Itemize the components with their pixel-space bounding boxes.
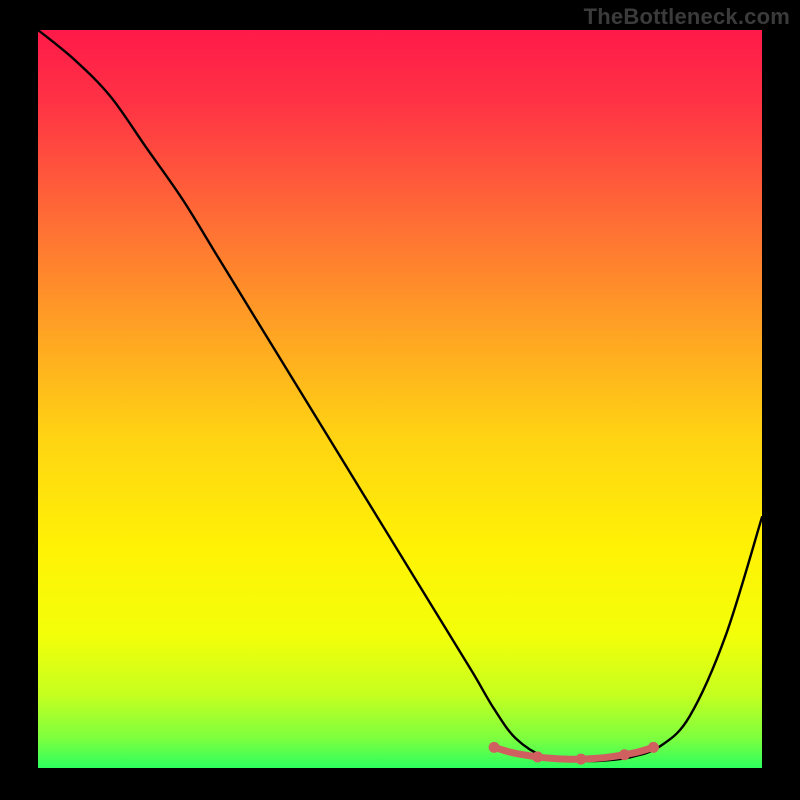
chart-frame: TheBottleneck.com (0, 0, 800, 800)
gradient-background (38, 30, 762, 768)
bottleneck-chart (0, 0, 800, 800)
watermark-label: TheBottleneck.com (584, 4, 790, 30)
